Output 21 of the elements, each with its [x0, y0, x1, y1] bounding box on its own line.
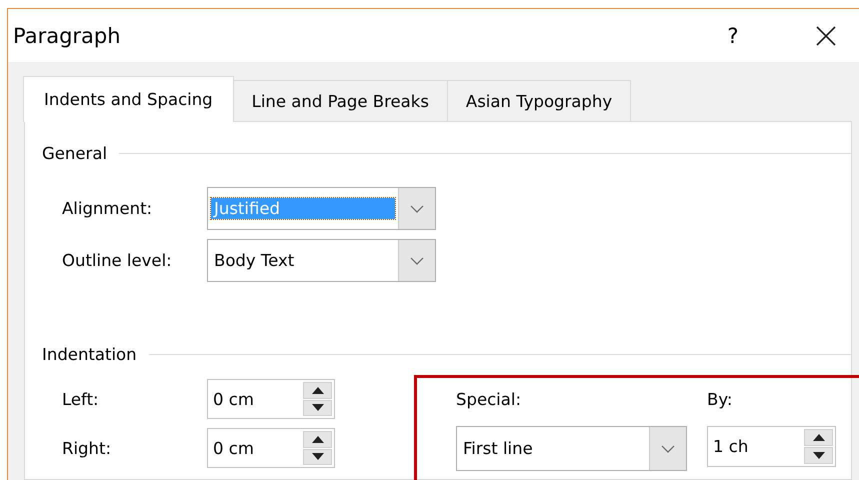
field-label: Special:	[456, 388, 522, 410]
chevron-down-icon	[410, 256, 424, 264]
group-heading: General	[42, 144, 108, 162]
field-label: Right:	[62, 438, 112, 458]
chevron-down-icon	[661, 444, 675, 452]
group-heading: Indentation	[42, 344, 137, 364]
dropdown[interactable]: First line	[456, 426, 687, 471]
dropdown-value: Body Text	[213, 250, 296, 271]
window-title: Paragraph	[13, 24, 121, 48]
dropdown[interactable]: Body Text	[207, 239, 436, 282]
close-icon	[815, 24, 837, 46]
tab[interactable]: Indents and Spacing	[23, 76, 234, 122]
field-label: Outline level:	[62, 251, 173, 270]
field-label: Alignment:	[62, 199, 154, 218]
tab[interactable]: Asian Typography	[446, 80, 632, 121]
help-button[interactable]: ?	[721, 20, 745, 50]
field-label: By:	[707, 388, 734, 410]
chevron-down-icon	[410, 204, 424, 212]
dropdown-value: First line	[462, 438, 534, 459]
dropdown-value: Justified	[211, 198, 395, 219]
field-label: Left:	[62, 390, 100, 408]
